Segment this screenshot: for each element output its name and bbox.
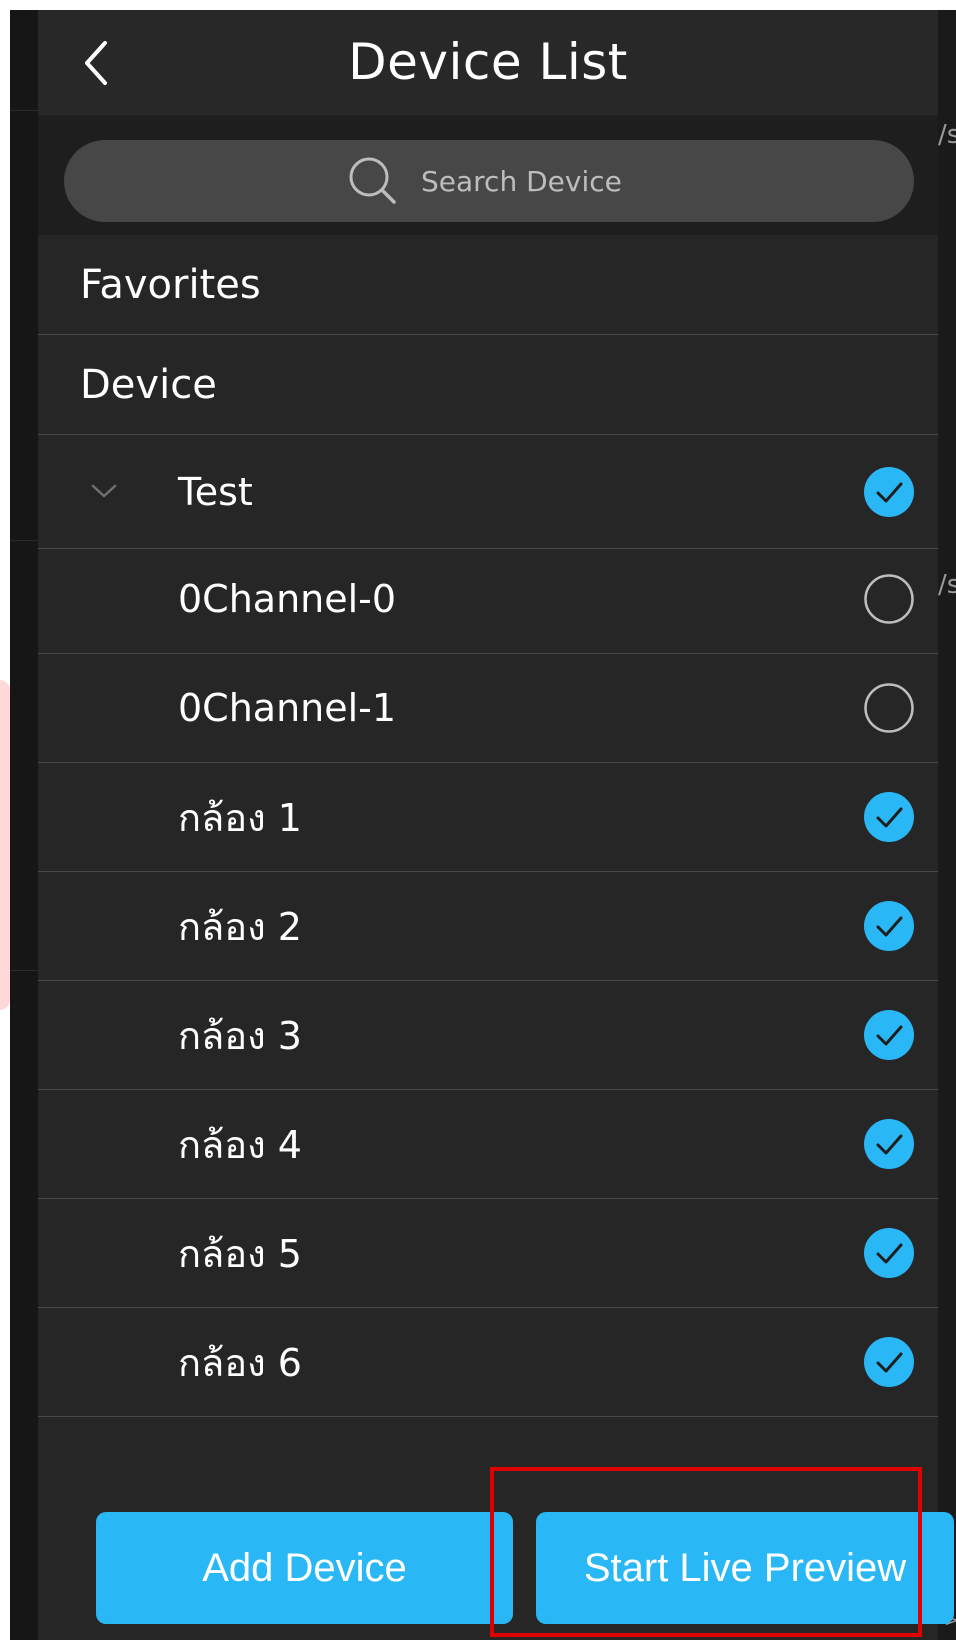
channel-label: กล้อง 3: [178, 1013, 302, 1058]
unchecked-circle-icon: [864, 574, 914, 624]
background-peek-text: /s: [938, 570, 956, 600]
checkbox[interactable]: [863, 1118, 915, 1170]
device-group-row[interactable]: Test: [38, 436, 938, 549]
checked-circle-icon: [864, 1119, 914, 1169]
section-device[interactable]: Device: [38, 335, 938, 435]
checkbox[interactable]: [863, 1336, 915, 1388]
search-icon: [349, 157, 396, 204]
back-button[interactable]: [68, 32, 124, 94]
add-device-button[interactable]: Add Device: [96, 1512, 513, 1624]
checked-circle-icon: [864, 901, 914, 951]
search-area: [38, 115, 938, 235]
search-bar[interactable]: [64, 140, 914, 222]
channel-label: 0Channel-1: [178, 686, 397, 730]
channel-label: 0Channel-0: [178, 577, 397, 621]
device-group-label: Test: [178, 470, 253, 514]
channel-label: กล้อง 6: [178, 1340, 302, 1385]
background-red-shape: [0, 680, 10, 1010]
checked-circle-icon: [864, 467, 914, 517]
checkbox[interactable]: [863, 791, 915, 843]
chevron-down-icon: [91, 484, 117, 498]
checked-circle-icon: [864, 1337, 914, 1387]
channel-row[interactable]: กล้อง 3: [38, 981, 938, 1090]
checked-circle-icon: [864, 1010, 914, 1060]
channel-row[interactable]: กล้อง 6: [38, 1308, 938, 1417]
section-favorites-label: Favorites: [80, 261, 261, 308]
section-favorites[interactable]: Favorites: [38, 235, 938, 335]
checked-circle-icon: [864, 792, 914, 842]
screenshot-frame: /s /s > Device List Favorites: [0, 0, 956, 1640]
channel-row[interactable]: 0Channel-1: [38, 654, 938, 763]
channel-row[interactable]: กล้อง 5: [38, 1199, 938, 1308]
checkbox[interactable]: [863, 573, 915, 625]
channel-row[interactable]: กล้อง 1: [38, 763, 938, 872]
checkbox[interactable]: [863, 466, 915, 518]
device-list-panel: Device List Favorites Device: [38, 10, 954, 1640]
channel-label: กล้อง 2: [178, 904, 302, 949]
channel-label: กล้อง 4: [178, 1122, 302, 1167]
expand-toggle[interactable]: [84, 471, 124, 511]
unchecked-circle-icon: [864, 683, 914, 733]
checked-circle-icon: [864, 1228, 914, 1278]
checkbox[interactable]: [863, 1227, 915, 1279]
start-live-preview-button[interactable]: Start Live Preview: [536, 1512, 954, 1624]
channel-label: กล้อง 5: [178, 1231, 302, 1276]
checkbox[interactable]: [863, 682, 915, 734]
search-input[interactable]: [421, 164, 631, 198]
channel-row[interactable]: 0Channel-0: [38, 545, 938, 654]
background-peek-text: /s: [938, 120, 956, 150]
checkbox[interactable]: [863, 900, 915, 952]
channel-row[interactable]: กล้อง 4: [38, 1090, 938, 1199]
chevron-left-icon: [85, 41, 107, 85]
page-title: Device List: [348, 33, 628, 91]
header-bar: Device List: [38, 10, 938, 115]
channel-row[interactable]: กล้อง 2: [38, 872, 938, 981]
checkbox[interactable]: [863, 1009, 915, 1061]
channel-label: กล้อง 1: [178, 795, 302, 840]
section-device-label: Device: [80, 361, 217, 408]
